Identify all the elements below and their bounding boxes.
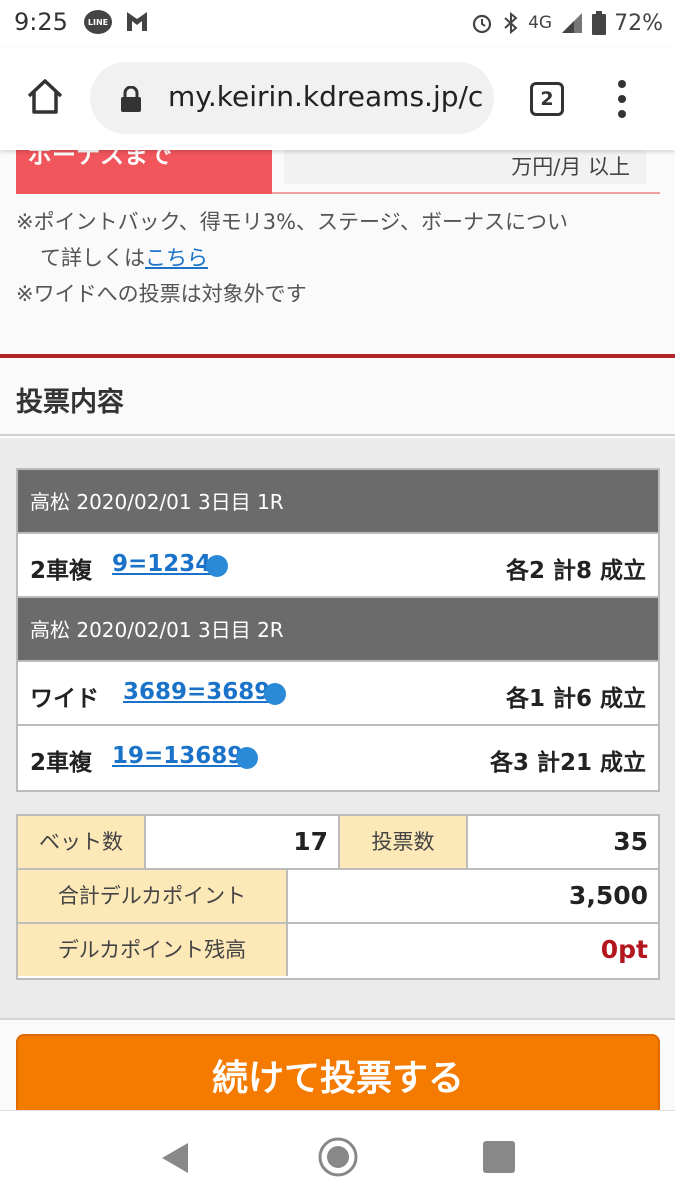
race-header: 高松 2020/02/01 3日目 1R <box>18 470 658 534</box>
bet-combo-link[interactable]: 19=13689 <box>112 743 243 769</box>
bet-type: 2車複 <box>30 558 93 584</box>
details-link[interactable]: こちら <box>145 246 208 270</box>
menu-dot <box>618 95 626 103</box>
bets-table: 高松 2020/02/01 3日目 1R 2車複 9=1234 各2 計8 成立… <box>16 468 660 792</box>
recent-apps-icon[interactable] <box>483 1141 515 1173</box>
back-icon[interactable] <box>160 1141 190 1175</box>
bet-summary: 各1 計6 成立 <box>505 686 646 712</box>
bluetooth-icon <box>504 11 518 35</box>
bet-row: ワイド 3689=3689 各1 計6 成立 <box>18 662 658 726</box>
address-bar[interactable]: my.keirin.kdreams.jp/c <box>90 62 494 134</box>
balance-value: 0pt <box>600 935 648 964</box>
bet-row: 2車複 19=13689 各3 計21 成立 <box>18 726 658 790</box>
bet-count-label: ベット数 <box>18 816 146 868</box>
external-link-icon[interactable] <box>264 683 286 705</box>
bet-row: 2車複 9=1234 各2 計8 成立 <box>18 534 658 598</box>
bonus-row: ボーナスまで 万円/月 以上 <box>16 150 660 194</box>
section-header: 投票内容 <box>0 358 675 436</box>
status-bar: 9:25 LINE 4G 72% <box>0 0 675 48</box>
network-type: 4G <box>528 13 553 33</box>
signal-icon <box>562 13 583 33</box>
browser-menu-button[interactable] <box>610 78 634 120</box>
browser-toolbar: my.keirin.kdreams.jp/c 2 <box>0 48 675 150</box>
external-link-icon[interactable] <box>206 555 228 577</box>
totals-row: デルカポイント残高 0pt <box>18 924 658 978</box>
bet-count-value: 17 <box>146 816 340 868</box>
bet-summary: 各2 計8 成立 <box>505 558 646 584</box>
url-text[interactable]: my.keirin.kdreams.jp/c <box>168 80 488 113</box>
home-icon[interactable] <box>24 76 66 118</box>
vote-count-label: 投票数 <box>340 816 468 868</box>
bet-combo-link[interactable]: 9=1234 <box>112 551 211 577</box>
continue-voting-button[interactable]: 続けて投票する <box>16 1034 660 1110</box>
notification-m-icon <box>127 12 147 31</box>
note-pointback: ※ポイントバック、得モリ3%、ステージ、ボーナスについ <box>16 210 568 234</box>
bonus-label: ボーナスまで <box>16 150 272 194</box>
bonus-value: 万円/月 以上 <box>284 150 646 184</box>
totals-table: ベット数 17 投票数 35 合計デルカポイント 3,500 デルカポイント残高… <box>16 814 660 980</box>
status-icons: 4G 72% <box>470 8 663 38</box>
totals-row: 合計デルカポイント 3,500 <box>18 870 658 924</box>
bet-summary: 各3 計21 成立 <box>489 750 646 776</box>
battery-icon <box>592 11 607 35</box>
tab-switcher-button[interactable]: 2 <box>530 82 564 116</box>
note-pointback-cont: て詳しくはこちら <box>16 240 660 276</box>
bet-type: ワイド <box>30 686 99 712</box>
status-time: 9:25 <box>14 8 68 36</box>
lock-icon <box>121 86 141 112</box>
page-content: ボーナスまで 万円/月 以上 ※ポイントバック、得モリ3%、ステージ、ボーナスに… <box>0 150 675 1110</box>
note-wide: ※ワイドへの投票は対象外です <box>16 282 307 306</box>
race-header: 高松 2020/02/01 3日目 2R <box>18 598 658 662</box>
battery-percent: 72% <box>614 10 663 36</box>
totals-row: ベット数 17 投票数 35 <box>18 816 658 870</box>
external-link-icon[interactable] <box>236 747 258 769</box>
bet-combo-link[interactable]: 3689=3689 <box>123 679 270 705</box>
notes: ※ポイントバック、得モリ3%、ステージ、ボーナスについ て詳しくはこちら ※ワイ… <box>16 204 660 312</box>
home-circle-icon[interactable] <box>317 1136 359 1178</box>
note-pointback-text: て詳しくは <box>40 246 145 270</box>
menu-dot <box>618 80 626 88</box>
total-points-label: 合計デルカポイント <box>18 870 288 922</box>
section-title: 投票内容 <box>16 387 124 418</box>
line-app-icon: LINE <box>84 10 112 34</box>
balance-label: デルカポイント残高 <box>18 924 288 976</box>
menu-dot <box>618 110 626 118</box>
system-nav-bar <box>0 1110 675 1200</box>
vote-count-value: 35 <box>613 827 648 856</box>
bet-type: 2車複 <box>30 750 93 776</box>
total-points-value: 3,500 <box>568 881 648 910</box>
alarm-icon <box>472 14 492 34</box>
